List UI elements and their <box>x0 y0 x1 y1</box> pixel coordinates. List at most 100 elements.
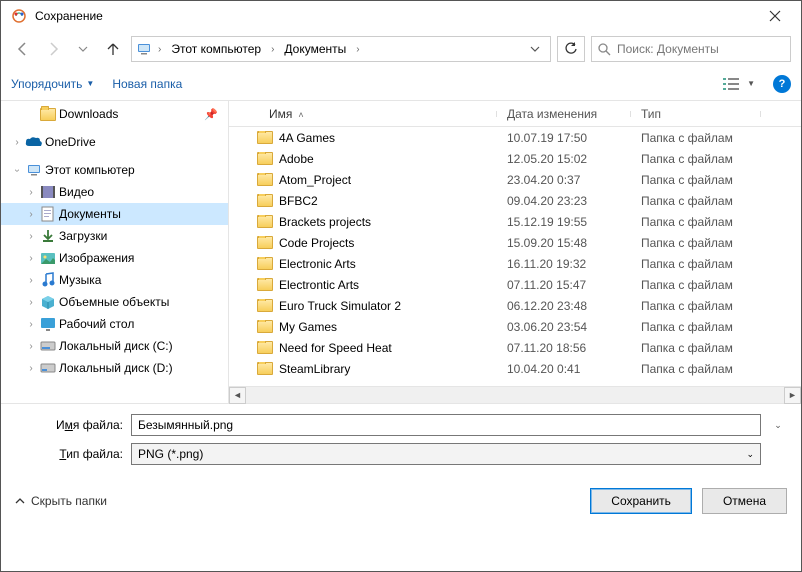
folder-icon <box>257 236 273 249</box>
tree-disk-d[interactable]: ›Локальный диск (D:) <box>1 357 228 379</box>
view-menu[interactable]: ▼ <box>723 76 755 92</box>
tree-3dobjects[interactable]: ›Объемные объекты <box>1 291 228 313</box>
file-row[interactable]: Electronic Arts 16.11.20 19:32Папка с фай… <box>229 253 801 274</box>
file-date: 07.11.20 15:47 <box>497 278 631 292</box>
file-type: Папка с файлам <box>631 215 761 229</box>
save-form: Имя файла: Безымянный.png ⌄ Тип файла: P… <box>1 403 801 478</box>
folder-icon <box>257 278 273 291</box>
file-type: Папка с файлам <box>631 320 761 334</box>
tree-documents[interactable]: ›Документы <box>1 203 228 225</box>
up-button[interactable] <box>101 37 125 61</box>
folder-icon <box>257 173 273 186</box>
file-row[interactable]: BFBC209.04.20 23:23Папка с файлам <box>229 190 801 211</box>
file-row[interactable]: Brackets projects15.12.19 19:55Папка с ф… <box>229 211 801 232</box>
forward-button[interactable] <box>41 37 65 61</box>
file-name: Electronic Arts <box>279 257 356 271</box>
scroll-right-button[interactable]: ► <box>784 387 801 404</box>
filetype-select[interactable]: PNG (*.png)⌄ <box>131 443 761 465</box>
filename-dropdown[interactable]: ⌄ <box>769 420 787 431</box>
file-row[interactable]: 4A Games10.07.19 17:50Папка с файлам <box>229 127 801 148</box>
folder-icon <box>257 257 273 270</box>
col-date[interactable]: Дата изменения <box>497 107 631 121</box>
file-date: 03.06.20 23:54 <box>497 320 631 334</box>
folder-icon <box>257 131 273 144</box>
folder-icon <box>257 152 273 165</box>
address-bar[interactable]: › Этот компьютер › Документы › <box>131 36 551 62</box>
file-date: 23.04.20 0:37 <box>497 173 631 187</box>
organize-menu[interactable]: Упорядочить ▼ <box>11 77 94 91</box>
hide-folders-toggle[interactable]: Скрыть папки <box>15 494 107 508</box>
close-button[interactable] <box>752 1 797 31</box>
file-name: Need for Speed Heat <box>279 341 392 355</box>
tree-thispc[interactable]: ›Этот компьютер <box>1 159 228 181</box>
column-headers: Имя˄ Дата изменения Тип <box>229 101 801 127</box>
file-row[interactable]: Need for Speed Heat07.11.20 18:56Папка с… <box>229 337 801 358</box>
save-button[interactable]: Сохранить <box>590 488 692 514</box>
file-row[interactable]: Code Projects15.09.20 15:48Папка с файла… <box>229 232 801 253</box>
search-icon <box>598 43 611 56</box>
file-date: 15.12.19 19:55 <box>497 215 631 229</box>
folder-icon <box>257 299 273 312</box>
file-name: My Games <box>279 320 337 334</box>
file-date: 06.12.20 23:48 <box>497 299 631 313</box>
file-type: Папка с файлам <box>631 152 761 166</box>
file-name: Euro Truck Simulator 2 <box>279 299 401 313</box>
app-icon <box>11 8 27 24</box>
tree-video[interactable]: ›Видео <box>1 181 228 203</box>
file-name: Electrontic Arts <box>279 278 359 292</box>
address-dropdown[interactable] <box>524 44 546 54</box>
chevron-icon[interactable]: › <box>354 44 361 55</box>
file-type: Папка с файлам <box>631 299 761 313</box>
folder-icon <box>257 341 273 354</box>
refresh-button[interactable] <box>557 36 585 62</box>
tree-music[interactable]: ›Музыка <box>1 269 228 291</box>
recent-dropdown[interactable] <box>71 37 95 61</box>
file-date: 16.11.20 19:32 <box>497 257 631 271</box>
file-date: 10.07.19 17:50 <box>497 131 631 145</box>
folder-icon <box>257 362 273 375</box>
help-button[interactable]: ? <box>773 75 791 93</box>
cancel-button[interactable]: Отмена <box>702 488 787 514</box>
back-button[interactable] <box>11 37 35 61</box>
file-type: Папка с файлам <box>631 257 761 271</box>
chevron-icon[interactable]: › <box>156 44 163 55</box>
tree-desktop[interactable]: ›Рабочий стол <box>1 313 228 335</box>
file-name: Adobe <box>279 152 314 166</box>
pin-icon: 📌 <box>204 108 218 121</box>
new-folder-button[interactable]: Новая папка <box>112 77 182 91</box>
file-name: 4A Games <box>279 131 335 145</box>
scroll-left-button[interactable]: ◄ <box>229 387 246 404</box>
file-name: Code Projects <box>279 236 354 250</box>
chevron-icon[interactable]: › <box>269 44 276 55</box>
filename-input[interactable]: Безымянный.png <box>131 414 761 436</box>
file-name: Atom_Project <box>279 173 351 187</box>
file-row[interactable]: Euro Truck Simulator 2 06.12.20 23:48Папк… <box>229 295 801 316</box>
file-row[interactable]: Atom_Project 23.04.20 0:37Папка с файлам <box>229 169 801 190</box>
file-date: 12.05.20 15:02 <box>497 152 631 166</box>
tree-downloads[interactable]: Downloads📌 <box>1 103 228 125</box>
search-input[interactable]: Поиск: Документы <box>591 36 791 62</box>
toolbar: Упорядочить ▼ Новая папка ▼ ? <box>1 67 801 101</box>
pc-icon <box>136 41 152 57</box>
filetype-label: Тип файла: <box>15 447 123 461</box>
file-row[interactable]: Adobe 12.05.20 15:02Папка с файлам <box>229 148 801 169</box>
file-type: Папка с файлам <box>631 362 761 376</box>
tree-pictures[interactable]: ›Изображения <box>1 247 228 269</box>
h-scrollbar[interactable]: ◄ ► <box>229 386 801 403</box>
tree-onedrive[interactable]: ›OneDrive <box>1 131 228 153</box>
tree-downloads2[interactable]: ›Загрузки <box>1 225 228 247</box>
tree-disk-c[interactable]: ›Локальный диск (C:) <box>1 335 228 357</box>
footer: Скрыть папки Сохранить Отмена <box>1 478 801 526</box>
file-row[interactable]: My Games 03.06.20 23:54Папка с файлам <box>229 316 801 337</box>
file-row[interactable]: Electrontic Arts07.11.20 15:47Папка с фа… <box>229 274 801 295</box>
col-name[interactable]: Имя˄ <box>229 107 497 121</box>
titlebar: Сохранение <box>1 1 801 31</box>
file-row[interactable]: SteamLibrary10.04.20 0:41Папка с файлам <box>229 358 801 379</box>
file-type: Папка с файлам <box>631 173 761 187</box>
crumb-thispc[interactable]: Этот компьютер <box>167 40 265 58</box>
crumb-documents[interactable]: Документы <box>280 40 350 58</box>
file-date: 09.04.20 23:23 <box>497 194 631 208</box>
file-list: Имя˄ Дата изменения Тип 4A Games 10.07.19… <box>229 101 801 403</box>
file-date: 07.11.20 18:56 <box>497 341 631 355</box>
col-type[interactable]: Тип <box>631 107 761 121</box>
